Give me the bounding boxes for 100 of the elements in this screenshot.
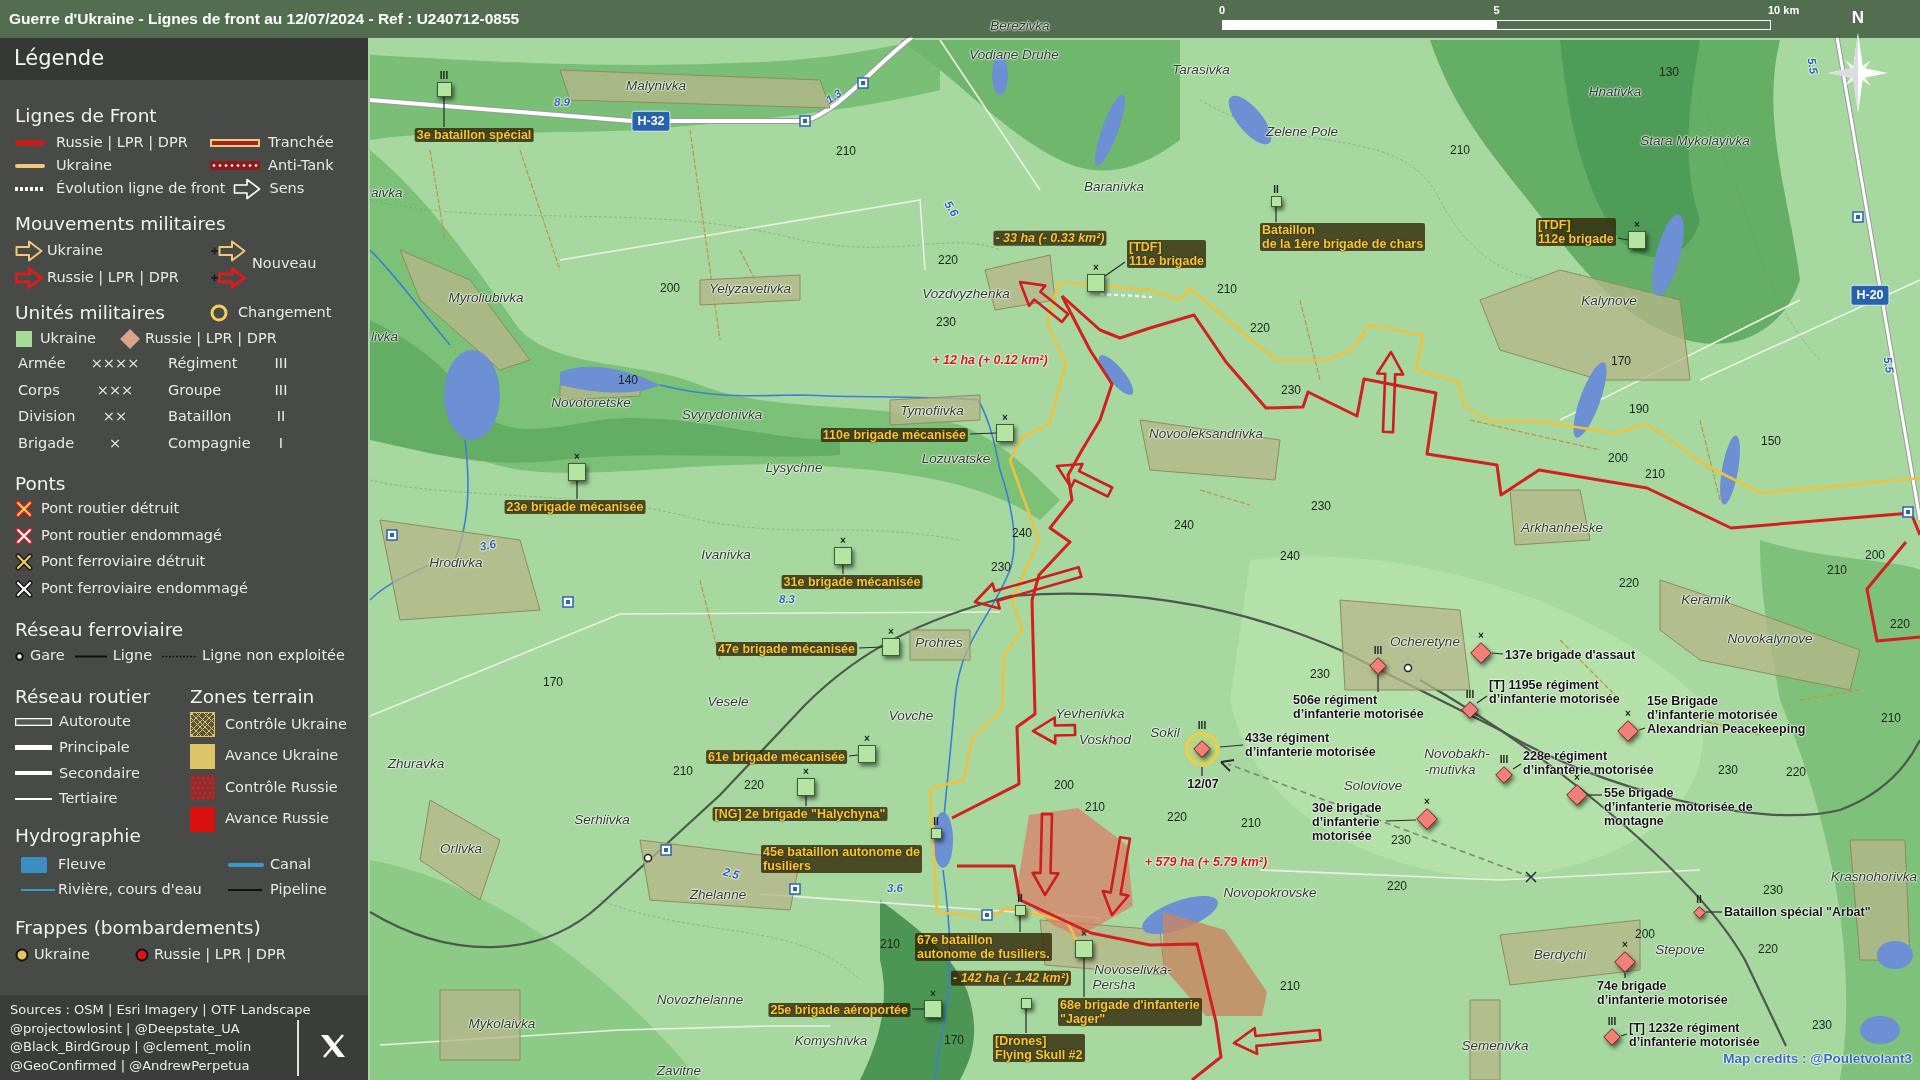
unit-label: 45e bataillon autonome de fusiliers — [761, 845, 922, 873]
legend-label: Bataillon — [168, 408, 232, 425]
square-marker-icon — [981, 909, 993, 921]
elevation-label: 200 — [660, 282, 680, 294]
echelon-symbol: ××× — [96, 381, 134, 398]
arrow-icon — [210, 266, 246, 289]
elevation-label: 200 — [1865, 549, 1885, 561]
leader-line — [1512, 763, 1522, 770]
leader-line — [1620, 1033, 1628, 1037]
place-name: Vodiane Druhe — [969, 48, 1059, 62]
legend-label: Nouveau — [252, 254, 318, 274]
dashed-line-icon — [162, 654, 197, 658]
place-name: Vovche — [888, 709, 934, 723]
echelon-symbol: II — [1273, 184, 1279, 195]
station-icon — [1403, 663, 1413, 673]
credit-line: @projectowlosint | @Deepstate_UA — [10, 1019, 241, 1038]
legend-label: Corps — [18, 381, 60, 398]
legend-label: Tertiaire — [59, 789, 118, 809]
section-heading: Lignes de Front — [15, 104, 158, 128]
leader-line — [1705, 911, 1723, 913]
place-name: Semenivka — [1461, 1039, 1529, 1053]
place-name: Zavitne — [656, 1064, 702, 1078]
legend-title: Légende — [14, 45, 105, 73]
square-icon — [930, 827, 942, 839]
square-marker-icon — [1852, 211, 1864, 223]
place-name: -mutivka — [1424, 763, 1476, 777]
place-name: Novokalynove — [1727, 632, 1813, 646]
unit-label: [T] 1195e régiment d’infanterie motorisée — [1489, 678, 1620, 706]
square-icon — [1270, 195, 1282, 207]
leader-line — [443, 96, 445, 128]
place-name: aivka — [371, 186, 403, 200]
leader-line — [1083, 957, 1085, 998]
echelon-symbol: II — [933, 816, 939, 827]
unit-label: 47e brigade mécanisée — [716, 642, 857, 656]
swatch-icon — [21, 856, 47, 873]
echelon-symbol: III — [439, 70, 449, 81]
elevation-label: 150 — [1761, 435, 1781, 447]
place-name: Vozdvyzhenka — [922, 287, 1010, 301]
square-icon — [1075, 940, 1093, 958]
elevation-label: 220 — [1250, 322, 1270, 334]
diamond-icon — [1603, 1028, 1621, 1046]
echelon-symbol: I — [278, 434, 284, 451]
elevation-label: 220 — [1758, 943, 1778, 955]
diamond-icon — [1495, 766, 1513, 784]
place-name: Vesele — [707, 695, 749, 709]
elevation-label: 230 — [1763, 884, 1783, 896]
leader-line — [1201, 766, 1203, 777]
area-change-label: - 33 ha (- 0.33 km²) — [993, 230, 1107, 246]
road-number-sign: H-32 — [631, 110, 671, 132]
line-icon — [228, 888, 262, 891]
section-heading: Zones terrain — [190, 685, 316, 709]
swatch-icon — [190, 743, 215, 769]
unit-label: 67e bataillon autonome de fusiliers. — [915, 933, 1052, 961]
place-name: Novozhelanne — [656, 993, 744, 1007]
elevation-label: 220 — [1890, 618, 1910, 630]
leader-line — [1476, 695, 1488, 704]
legend-label: Pipeline — [270, 879, 328, 899]
scale-label: 5 — [1493, 5, 1500, 16]
echelon-symbol: × — [108, 434, 122, 451]
legend-label: Pont routier endommagé — [41, 525, 222, 545]
diamond-icon — [120, 329, 140, 349]
credit-line: @Black_BirdGroup | @clement_molin — [10, 1038, 253, 1056]
section-heading: Mouvements militaires — [15, 212, 227, 236]
leader-line — [842, 564, 844, 575]
distance-label: 2.5 — [721, 866, 741, 882]
map-credits: Map credits : @Pouletvolant3 — [1723, 1052, 1912, 1066]
leader-line — [848, 754, 859, 757]
echelon-symbol: × — [1002, 413, 1008, 423]
leader-line — [1019, 915, 1021, 933]
echelon-symbol: × — [803, 767, 809, 777]
legend-label: Gare — [30, 646, 65, 666]
diamond-icon — [1614, 951, 1636, 973]
legend-label: Régiment — [168, 355, 238, 372]
place-name: Serhiivka — [574, 813, 630, 827]
echelon-symbol: II — [1017, 893, 1023, 904]
elevation-label: 220 — [1167, 811, 1187, 823]
legend-label: Sens — [269, 178, 305, 198]
unit-label: 110e brigade mécanisée — [820, 428, 968, 442]
lake — [1095, 94, 1125, 166]
place-name: Baranivka — [1084, 180, 1144, 194]
unit-label: 30e brigade d’infanterie motorisée — [1312, 801, 1382, 843]
echelon-symbol: III — [1373, 646, 1383, 656]
scale-label: 10 km — [1768, 5, 1800, 16]
road-number-sign: H-20 — [1850, 284, 1890, 306]
place-name: Prohres — [915, 636, 963, 650]
echelon-symbol: III — [274, 355, 288, 372]
square-marker-icon — [562, 596, 574, 608]
lake — [1098, 355, 1134, 395]
diamond-icon — [1461, 701, 1479, 719]
advance-arrow — [1055, 462, 1114, 498]
unit-label: [T] 1232e régiment d’infanterie motorisée — [1629, 1021, 1760, 1049]
legend-label: Changement — [238, 303, 332, 323]
legend-label: Secondaire — [59, 763, 140, 783]
unit-label: 23e brigade mécanisée — [504, 500, 646, 514]
place-name: Tymofiivka — [900, 404, 964, 418]
diamond-icon — [1617, 720, 1639, 742]
leader-line — [1219, 744, 1244, 748]
leader-line — [1275, 206, 1277, 223]
place-name: Malynivka — [626, 79, 686, 93]
elevation-label: 220 — [744, 779, 764, 791]
